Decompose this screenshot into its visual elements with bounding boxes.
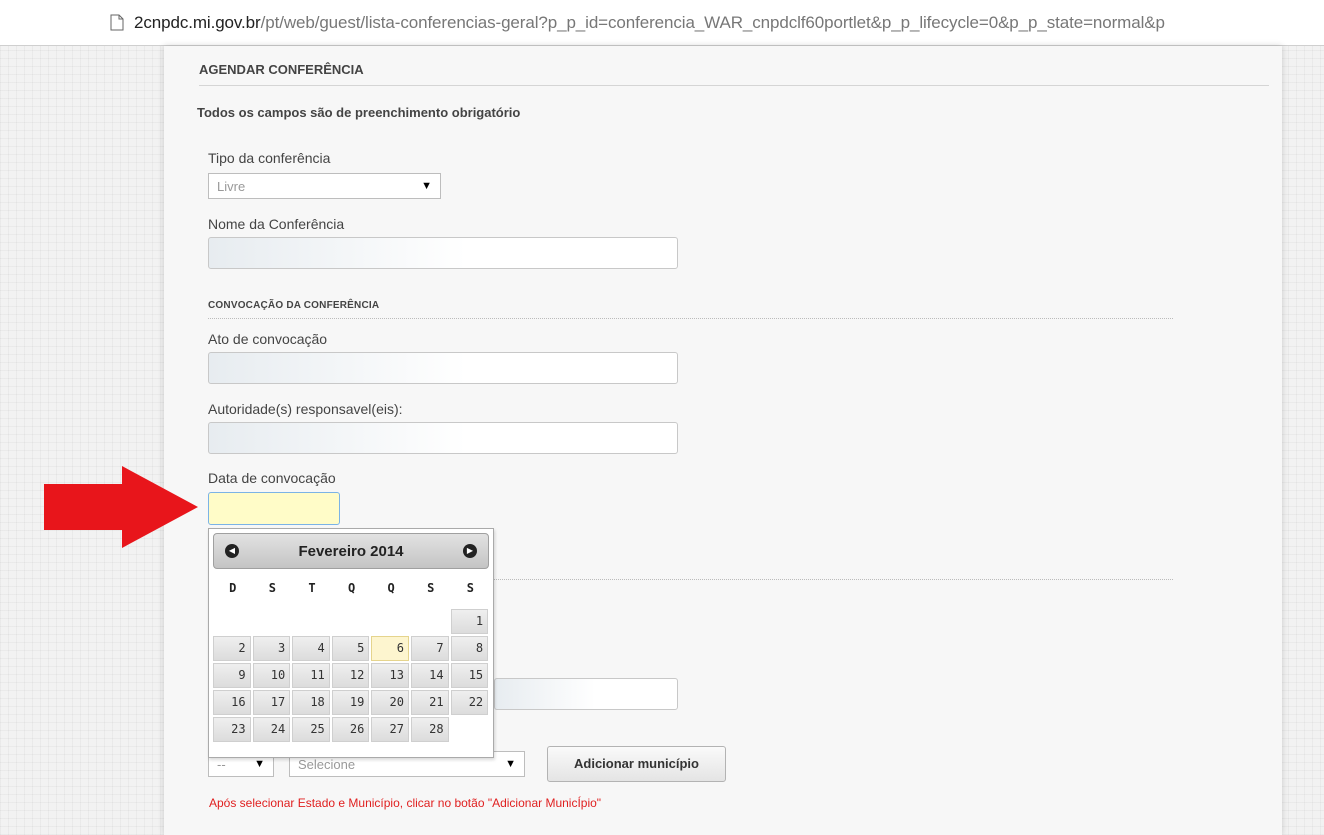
weekday-header: Q xyxy=(347,581,356,595)
data-convocacao-input[interactable] xyxy=(208,492,340,525)
datepicker-day-cell[interactable]: 25 xyxy=(292,717,330,742)
dropdown-caret-icon: ▼ xyxy=(505,758,516,770)
datepicker-day-cell[interactable]: 13 xyxy=(371,663,409,688)
datepicker-day-cell[interactable]: 20 xyxy=(371,690,409,715)
datepicker-day-cell[interactable]: 9 xyxy=(213,663,251,688)
datepicker-day-cell[interactable]: 16 xyxy=(213,690,251,715)
nome-label: Nome da Conferência xyxy=(208,216,345,232)
datepicker-day-cell[interactable]: 7 xyxy=(410,636,449,661)
datepicker-empty-cell xyxy=(411,609,449,634)
datepicker-day-cell[interactable]: 19 xyxy=(331,690,370,715)
weekday-header: S xyxy=(466,581,474,595)
dropdown-caret-icon: ▼ xyxy=(254,758,265,770)
datepicker-day-cell[interactable]: 24 xyxy=(252,717,291,742)
datepicker-day-cell[interactable]: 28 xyxy=(410,717,449,742)
datepicker-empty-cell xyxy=(253,609,291,634)
datepicker-month-label: Fevereiro 2014 xyxy=(298,543,404,560)
required-fields-note: Todos os campos são de preenchimento obr… xyxy=(197,105,521,120)
datepicker-day-cell[interactable]: 15 xyxy=(450,663,489,688)
datepicker-empty-cell xyxy=(371,609,409,634)
municipio-select-value: Selecione xyxy=(298,756,356,772)
convocacao-section-title: CONVOCAÇÃO DA CONFERÊNCIA xyxy=(208,300,1173,319)
datepicker-week-row: 1 xyxy=(213,609,491,634)
datepicker-day-cell[interactable]: 1 xyxy=(450,609,489,634)
datepicker-day-cell[interactable]: 8 xyxy=(450,636,489,661)
datepicker-grid: 1 2 3 4 5 6 7 8 9 10 11 12 13 14 15 16 17 18 19 20 21 22 23 24 2… xyxy=(213,609,491,744)
autoridade-label: Autoridade(s) responsavel(eis): xyxy=(208,401,403,417)
datepicker-day-cell[interactable]: 10 xyxy=(252,663,291,688)
datepicker-day-cell[interactable]: 23 xyxy=(213,717,251,742)
datepicker-day-cell[interactable]: 26 xyxy=(331,717,370,742)
section-divider xyxy=(494,579,1173,580)
url-text: 2cnpdc.mi.gov.br/pt/web/guest/lista-conf… xyxy=(134,13,1165,33)
estado-select-value: -- xyxy=(217,756,226,772)
weekday-header: S xyxy=(427,581,435,595)
red-arrow-annotation xyxy=(44,466,198,548)
datepicker-day-cell[interactable]: 4 xyxy=(292,636,330,661)
datepicker-empty-cell xyxy=(332,609,370,634)
weekday-header: T xyxy=(308,581,316,595)
weekday-header: Q xyxy=(387,581,395,595)
page-icon xyxy=(110,14,124,31)
datepicker-day-cell[interactable]: 3 xyxy=(252,636,291,661)
datepicker-day-cell[interactable]: 2 xyxy=(213,636,251,661)
datepicker-day-cell[interactable]: 27 xyxy=(371,717,409,742)
weekday-header: D xyxy=(229,581,237,595)
page-title: AGENDAR CONFERÊNCIA xyxy=(199,62,1269,86)
circle-right-icon[interactable]: ▶ xyxy=(463,544,477,558)
add-municipio-button[interactable]: Adicionar município xyxy=(547,746,726,782)
datepicker-week-row: 9 10 11 12 13 14 15 xyxy=(213,663,491,688)
warning-text: Após selecionar Estado e Município, clic… xyxy=(209,796,602,810)
tipo-select-value: Livre xyxy=(217,178,246,194)
datepicker-day-cell[interactable]: 17 xyxy=(252,690,291,715)
datepicker: ◀ Fevereiro 2014 ▶ DSTQQSS 1 2 3 4 5 6 7 8 9 10 11… xyxy=(208,528,494,758)
datepicker-week-row: 16 17 18 19 20 21 22 xyxy=(213,690,491,715)
dropdown-caret-icon: ▼ xyxy=(421,180,432,192)
datepicker-empty-cell xyxy=(292,609,330,634)
datepicker-day-cell[interactable]: 11 xyxy=(292,663,330,688)
datepicker-day-cell[interactable]: 14 xyxy=(410,663,449,688)
datepicker-day-cell[interactable]: 21 xyxy=(410,690,449,715)
datepicker-day-cell[interactable]: 6 xyxy=(371,636,409,661)
tipo-label: Tipo da conferência xyxy=(208,150,331,166)
ato-input[interactable] xyxy=(208,352,678,384)
datepicker-day-cell[interactable]: 12 xyxy=(331,663,370,688)
datepicker-week-row: 2345678 xyxy=(213,636,491,661)
datepicker-day-cell[interactable]: 22 xyxy=(450,690,489,715)
weekday-header: S xyxy=(268,581,276,595)
autoridade-input[interactable] xyxy=(208,422,678,454)
municipio-text-input[interactable] xyxy=(494,678,678,710)
datepicker-empty-cell xyxy=(451,717,489,742)
data-label: Data de convocação xyxy=(208,470,336,486)
address-bar[interactable]: 2cnpdc.mi.gov.br/pt/web/guest/lista-conf… xyxy=(0,0,1324,46)
ato-label: Ato de convocação xyxy=(208,331,328,347)
datepicker-week-row: 23 24 25 26 27 28 xyxy=(213,717,491,742)
url-path: /pt/web/guest/lista-conferencias-geral?p… xyxy=(260,12,1165,32)
datepicker-weekdays: DSTQQSS xyxy=(213,581,491,595)
datepicker-empty-cell xyxy=(213,609,251,634)
url-host: 2cnpdc.mi.gov.br xyxy=(134,12,261,32)
datepicker-day-cell[interactable]: 18 xyxy=(292,690,330,715)
tipo-select[interactable]: Livre ▼ xyxy=(208,173,441,199)
nome-input[interactable] xyxy=(208,237,678,269)
datepicker-day-cell[interactable]: 5 xyxy=(331,636,370,661)
datepicker-header: ◀ Fevereiro 2014 ▶ xyxy=(213,533,489,569)
